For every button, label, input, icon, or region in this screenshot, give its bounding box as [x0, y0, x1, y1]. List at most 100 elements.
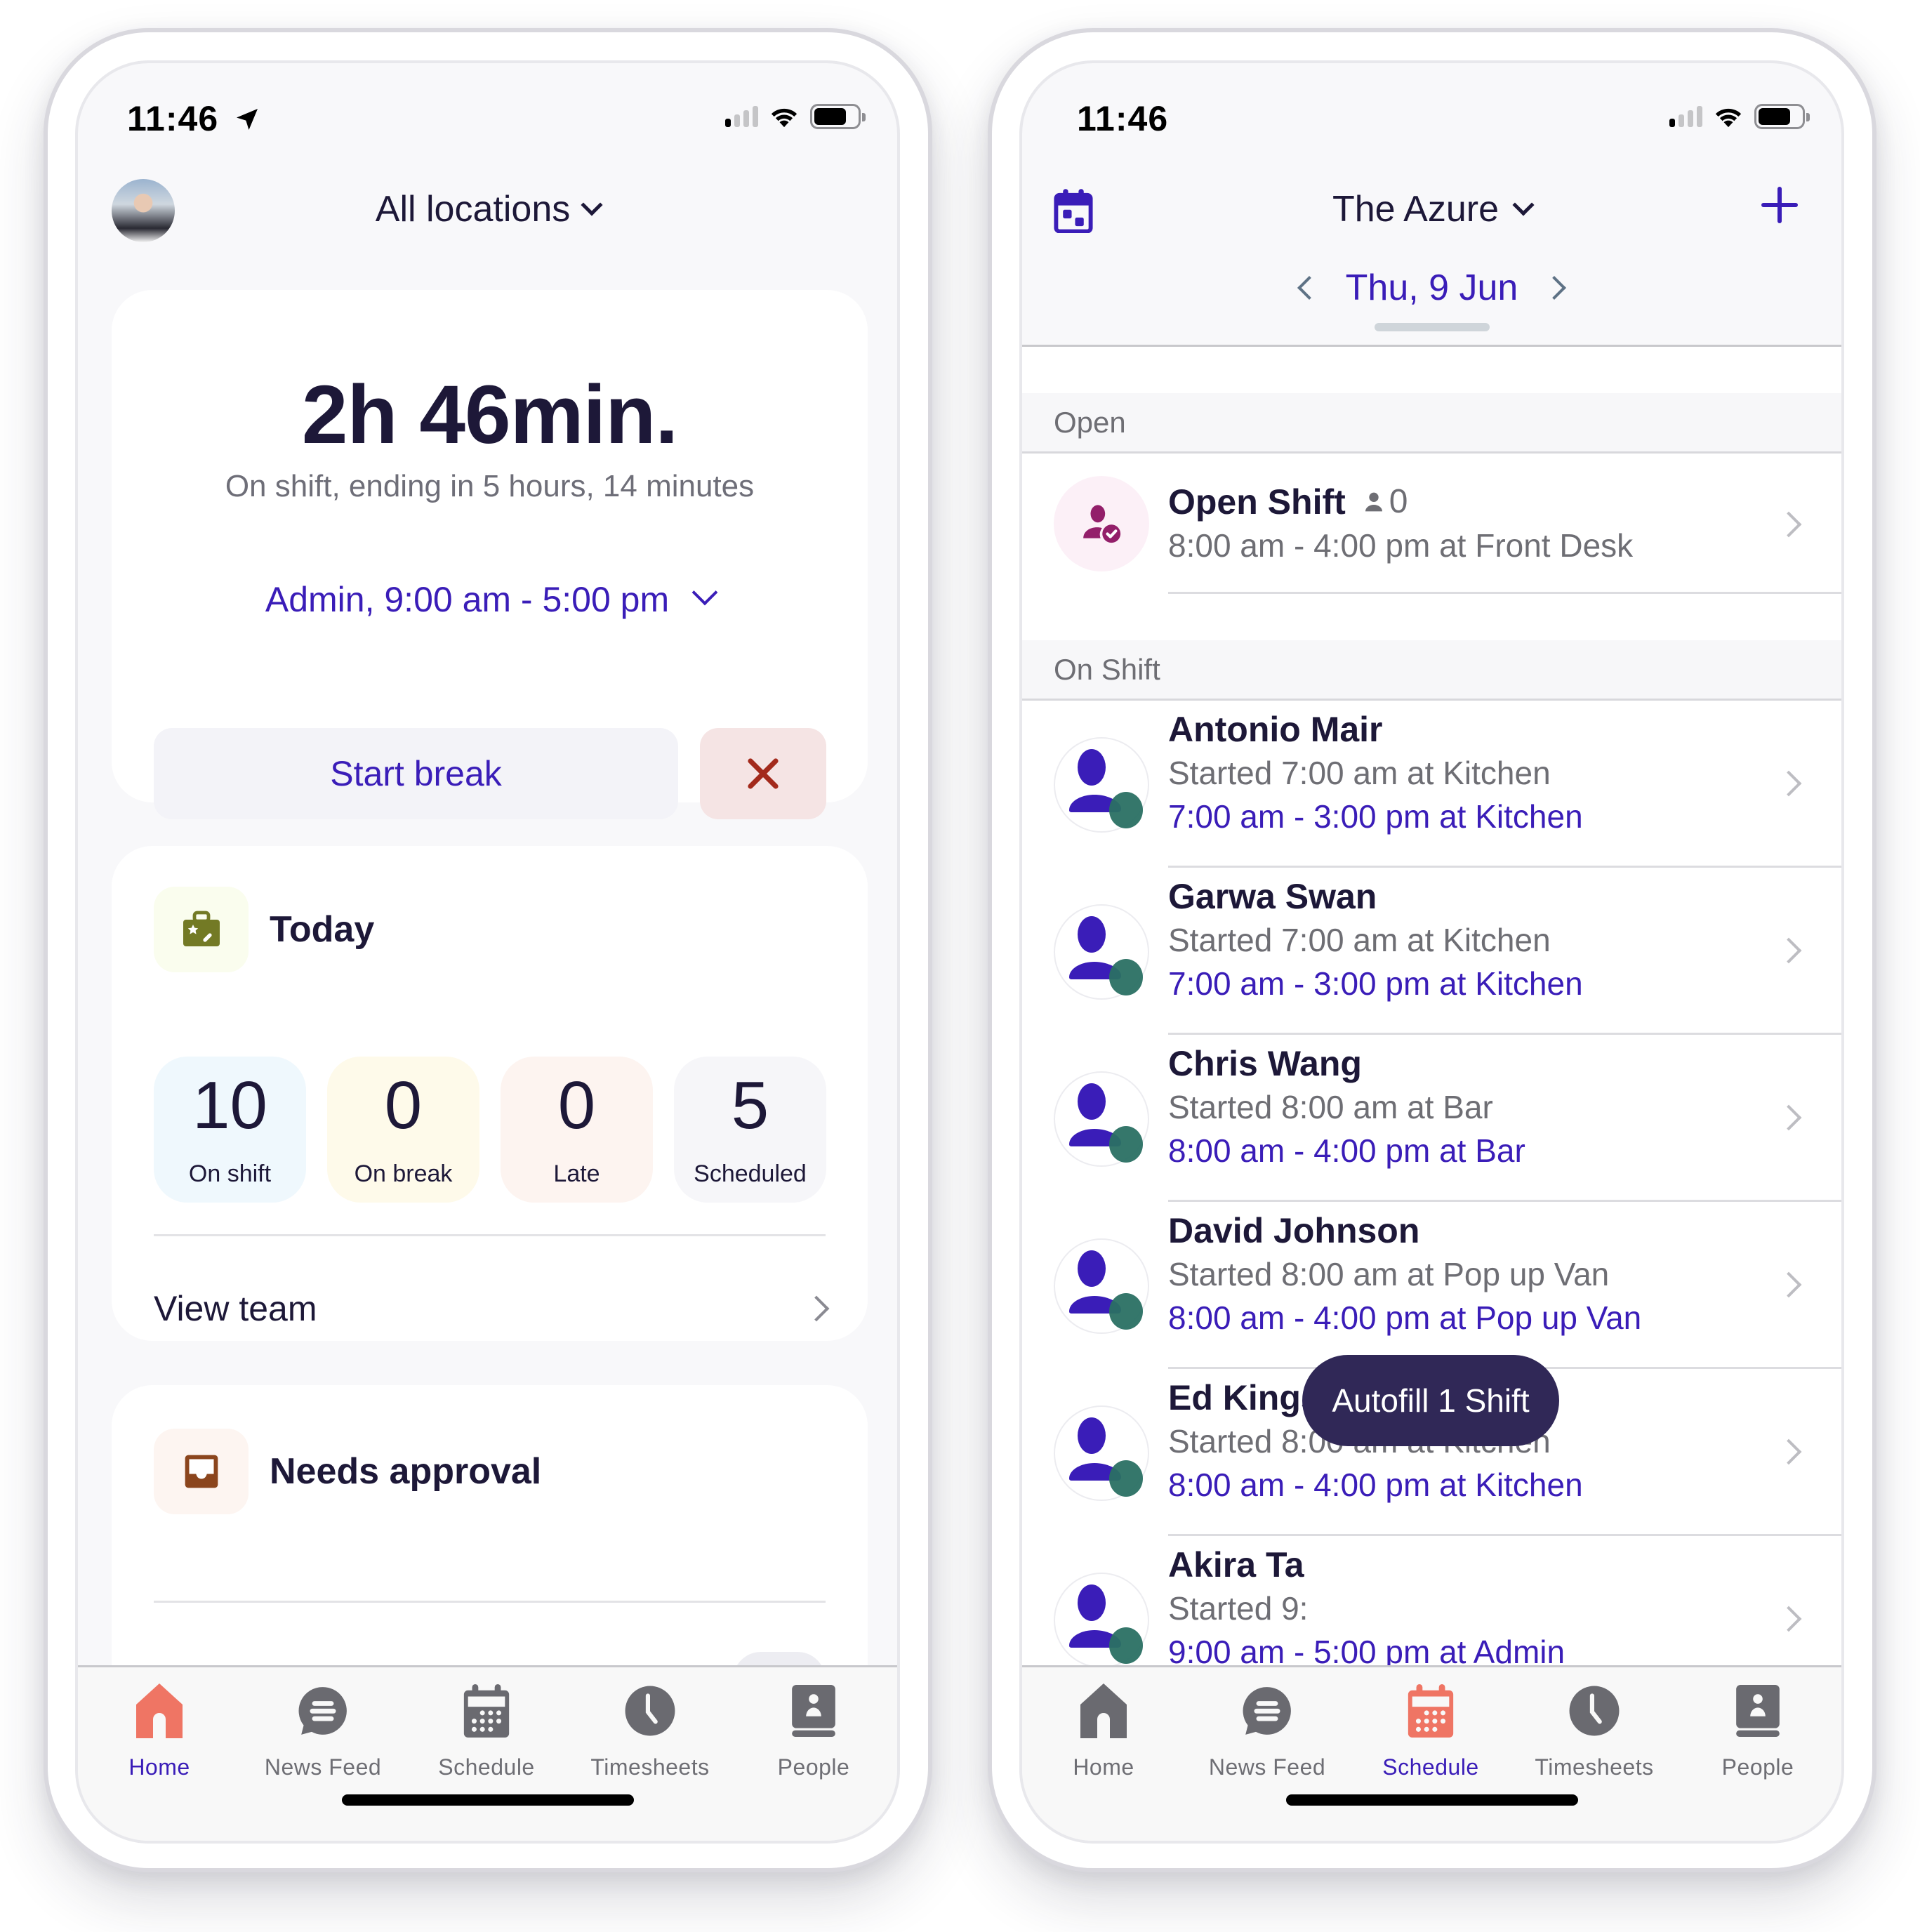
end-shift-button[interactable]: [700, 728, 826, 819]
cellular-signal-icon: [1669, 106, 1702, 127]
shift-time: 8:00 am - 4:00 pm at Pop up Van: [1168, 1299, 1642, 1336]
close-x-icon: [748, 758, 779, 789]
add-shift-button[interactable]: [1759, 184, 1801, 226]
tab-news-feed[interactable]: News Feed: [246, 1683, 400, 1780]
today-header: Today: [154, 887, 374, 972]
staff-shift-row[interactable]: David Johnson Started 8:00 am at Pop up V…: [1022, 1202, 1841, 1369]
phone-home: 11:46 All locations 2h 46min. On shift, …: [44, 28, 932, 1872]
chevron-right-icon: [1775, 770, 1802, 797]
home-indicator: [341, 1794, 634, 1806]
staff-shift-row[interactable]: Chris Wang Started 8:00 am at Bar 8:00 am …: [1022, 1035, 1841, 1202]
clock-in-status: Started 7:00 am at Kitchen: [1168, 755, 1551, 791]
shift-status-text: On shift, ending in 5 hours, 14 minutes: [225, 469, 755, 503]
location-selector[interactable]: The Azure: [1022, 188, 1841, 230]
shift-time: 9:00 am - 5:00 pm at Admin: [1168, 1634, 1565, 1665]
staff-name: Antonio Mair: [1168, 710, 1383, 749]
location-selector[interactable]: All locations: [78, 188, 897, 230]
person-on-shift-icon: [1069, 1083, 1143, 1163]
staff-name: Chris Wang: [1168, 1044, 1362, 1083]
chevron-right-icon: [1775, 1438, 1802, 1465]
person-on-shift-icon: [1069, 916, 1143, 995]
start-break-button[interactable]: Start break: [154, 728, 678, 819]
current-date[interactable]: Thu, 9 Jun: [1346, 267, 1518, 309]
clock-in-status: Started 8:00 am at Bar: [1168, 1089, 1493, 1125]
chat-bubble-icon: [298, 1687, 347, 1735]
person-icon: [1365, 492, 1382, 512]
staff-avatar: [1054, 1405, 1149, 1501]
tab-home[interactable]: Home: [1026, 1683, 1181, 1780]
staff-avatar: [1054, 737, 1149, 833]
approval-header: Needs approval: [154, 1429, 541, 1514]
tab-timesheets[interactable]: Timesheets: [573, 1683, 727, 1780]
suitcase-star-icon: [183, 911, 220, 946]
staff-shift-row[interactable]: Garwa Swan Started 7:00 am at Kitchen 7:00…: [1022, 868, 1841, 1035]
approval-title: Needs approval: [270, 1451, 542, 1492]
current-shift-card: 2h 46min. On shift, ending in 5 hours, 1…: [112, 290, 868, 819]
next-day-button[interactable]: [1542, 276, 1567, 300]
contact-book-icon: [1736, 1685, 1780, 1737]
status-time: 11:46: [1077, 99, 1169, 138]
phone-schedule: 11:46 The Azure Thu, 9 Jun Open Open Shi…: [988, 28, 1876, 1872]
tab-schedule[interactable]: Schedule: [409, 1683, 564, 1780]
clock-in-status: Started 7:00 am at Kitchen: [1168, 922, 1551, 958]
chevron-right-icon: [1775, 1271, 1802, 1298]
shift-time: 7:00 am - 3:00 pm at Kitchen: [1168, 798, 1583, 835]
tab-news-feed[interactable]: News Feed: [1190, 1683, 1344, 1780]
staff-name: Akira Ta: [1168, 1545, 1304, 1584]
clock-in-status: Started 9:: [1168, 1590, 1309, 1627]
today-title: Today: [270, 909, 375, 950]
stat-late[interactable]: 0 Late: [501, 1057, 653, 1203]
status-time: 11:46: [127, 98, 261, 139]
shift-time: 8:00 am - 4:00 pm at Bar: [1168, 1132, 1525, 1169]
open-shift-avatar: [1054, 476, 1149, 571]
person-check-icon: [1083, 505, 1121, 543]
calendar-icon: [1408, 1684, 1454, 1738]
open-shift-count: 0: [1363, 480, 1408, 524]
tab-schedule[interactable]: Schedule: [1353, 1683, 1508, 1780]
shift-time: 7:00 am - 3:00 pm at Kitchen: [1168, 965, 1583, 1002]
date-navigator: Thu, 9 Jun: [1022, 267, 1841, 309]
today-card: Today 10 On shift 0 On break 0 Late 5 Sc…: [112, 846, 868, 1341]
tab-people[interactable]: People: [1681, 1683, 1835, 1780]
chevron-right-icon: [1775, 1606, 1802, 1632]
staff-shift-row[interactable]: Antonio Mair Started 7:00 am at Kitchen 7:…: [1022, 701, 1841, 868]
stat-scheduled[interactable]: 5 Scheduled: [674, 1057, 826, 1203]
staff-name: Garwa Swan: [1168, 877, 1377, 916]
staff-shift-row[interactable]: Akira Ta Started 9: 9:00 am - 5:00 pm at A…: [1022, 1536, 1841, 1665]
stat-on-break[interactable]: 0 On break: [327, 1057, 479, 1203]
approval-icon-box: [154, 1429, 249, 1514]
chevron-right-icon: [1775, 937, 1802, 964]
chevron-right-icon: [1775, 1104, 1802, 1131]
drag-handle[interactable]: [1374, 323, 1490, 331]
group-header-on-shift: On Shift: [1022, 640, 1841, 701]
clock-in-status: Started 8:00 am at Pop up Van: [1168, 1256, 1610, 1292]
divider: [154, 1601, 826, 1603]
clock-icon: [625, 1686, 675, 1736]
today-icon-box: [154, 887, 249, 972]
tab-bar: Home News Feed Schedule Timesheets Peopl…: [78, 1665, 897, 1841]
open-shift-row[interactable]: Open Shift 0 8:00 am - 4:00 pm at Front …: [1022, 454, 1841, 594]
person-on-shift-icon: [1069, 1584, 1143, 1664]
chevron-right-icon: [1775, 511, 1802, 538]
tab-bar: Home News Feed Schedule Timesheets Peopl…: [1022, 1665, 1841, 1841]
chevron-down-icon: [581, 194, 603, 216]
tab-home[interactable]: Home: [82, 1683, 237, 1780]
tab-people[interactable]: People: [736, 1683, 891, 1780]
tab-timesheets[interactable]: Timesheets: [1517, 1683, 1671, 1780]
home-screen: 11:46 All locations 2h 46min. On shift, …: [75, 60, 900, 1844]
view-team-link[interactable]: View team: [154, 1288, 830, 1329]
autofill-shift-button[interactable]: Autofill 1 Shift: [1302, 1355, 1559, 1446]
open-shift-title: Open Shift: [1168, 482, 1346, 522]
shift-list: Open Open Shift 0 8:00 am - 4:00 pm at F…: [1022, 347, 1841, 1665]
staff-name: David Johnson: [1168, 1211, 1420, 1250]
chat-bubble-icon: [1243, 1687, 1291, 1735]
previous-day-button[interactable]: [1297, 276, 1321, 300]
wifi-icon: [771, 108, 797, 128]
shift-selector[interactable]: Admin, 9:00 am - 5:00 pm: [112, 579, 868, 620]
divider: [154, 1234, 826, 1236]
staff-avatar: [1054, 1071, 1149, 1167]
battery-icon: [1754, 104, 1810, 129]
status-icons: [725, 104, 866, 129]
stat-on-shift[interactable]: 10 On shift: [154, 1057, 306, 1203]
calendar-icon: [463, 1684, 510, 1738]
